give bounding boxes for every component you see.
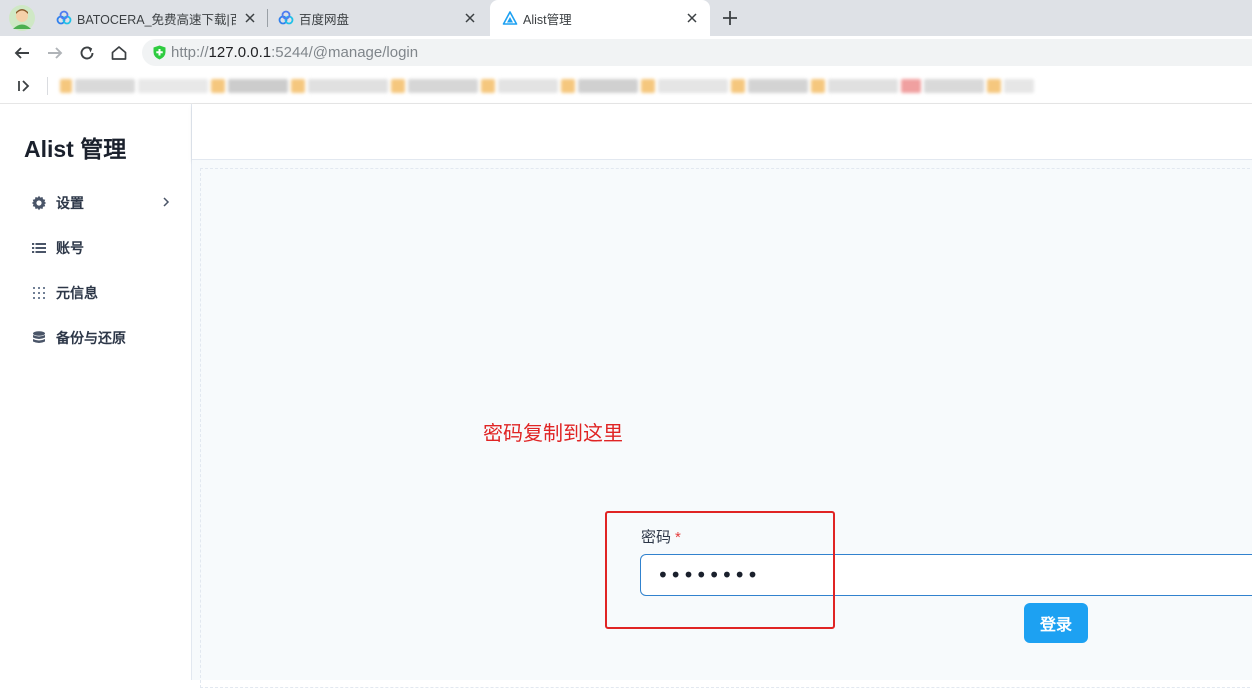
browser-toolbar: http://127.0.0.1:5244/@manage/login bbox=[0, 36, 1252, 69]
baidu-netdisk-icon bbox=[56, 10, 72, 25]
grid-icon bbox=[33, 287, 45, 299]
blurred-bookmarks bbox=[60, 76, 1037, 96]
sidebar-item-label: 账号 bbox=[56, 240, 84, 256]
new-tab-icon[interactable] bbox=[721, 9, 739, 27]
list-icon bbox=[32, 243, 46, 253]
annotation-highlight-box bbox=[605, 511, 835, 629]
forward-arrow-icon[interactable] bbox=[46, 44, 64, 62]
browser-tab[interactable]: 百度网盘 bbox=[268, 0, 488, 36]
address-bar[interactable]: http://127.0.0.1:5244/@manage/login bbox=[142, 39, 1252, 66]
top-header bbox=[192, 104, 1252, 160]
site-info-shield-icon[interactable] bbox=[152, 45, 167, 60]
tab-title: Alist管理 bbox=[523, 12, 572, 27]
bookmarks-bar bbox=[0, 69, 1252, 104]
url-scheme: http:// bbox=[171, 44, 209, 61]
alist-logo-icon bbox=[502, 11, 518, 25]
baidu-netdisk-icon bbox=[278, 10, 294, 25]
annotation-text: 密码复制到这里 bbox=[483, 423, 623, 445]
chevron-right-icon bbox=[163, 197, 170, 207]
sidebar-item-settings[interactable]: 设置 bbox=[31, 191, 181, 215]
tab-title: 百度网盘 bbox=[299, 12, 350, 27]
app-title: Alist 管理 bbox=[24, 136, 127, 162]
back-arrow-icon[interactable] bbox=[13, 44, 31, 62]
browser-tab-active[interactable]: Alist管理 bbox=[490, 0, 710, 36]
profile-avatar-icon[interactable] bbox=[9, 5, 35, 31]
sidebar-item-label: 元信息 bbox=[56, 285, 98, 301]
gear-icon bbox=[31, 195, 47, 211]
close-tab-icon[interactable] bbox=[684, 10, 700, 26]
sidebar-item-accounts[interactable]: 账号 bbox=[31, 236, 181, 260]
reload-icon[interactable] bbox=[78, 44, 96, 62]
database-icon bbox=[33, 331, 45, 343]
sidebar-item-label: 备份与还原 bbox=[56, 330, 126, 346]
sidebar-item-metadata[interactable]: 元信息 bbox=[31, 281, 181, 305]
url-path: :5244/@manage/login bbox=[271, 44, 419, 61]
sidebar-item-backup-restore[interactable]: 备份与还原 bbox=[31, 326, 181, 350]
close-tab-icon[interactable] bbox=[242, 10, 258, 26]
login-button[interactable]: 登录 bbox=[1024, 603, 1088, 643]
reading-mode-icon[interactable] bbox=[16, 78, 32, 94]
bookmarks-divider bbox=[47, 77, 48, 95]
browser-tab[interactable]: BATOCERA_免费高速下载|百度 bbox=[48, 0, 268, 36]
sidebar-item-label: 设置 bbox=[56, 195, 84, 211]
url-text: http://127.0.0.1:5244/@manage/login bbox=[171, 44, 418, 61]
close-tab-icon[interactable] bbox=[462, 10, 478, 26]
sidebar: Alist 管理 设置 账号 元信息 备份与还原 bbox=[0, 104, 192, 680]
url-host: 127.0.0.1 bbox=[208, 44, 272, 61]
browser-tab-strip: BATOCERA_免费高速下载|百度 百度网盘 Alist管理 bbox=[0, 0, 1252, 36]
home-icon[interactable] bbox=[110, 44, 128, 62]
tab-title: BATOCERA_免费高速下载|百度 bbox=[77, 12, 236, 27]
